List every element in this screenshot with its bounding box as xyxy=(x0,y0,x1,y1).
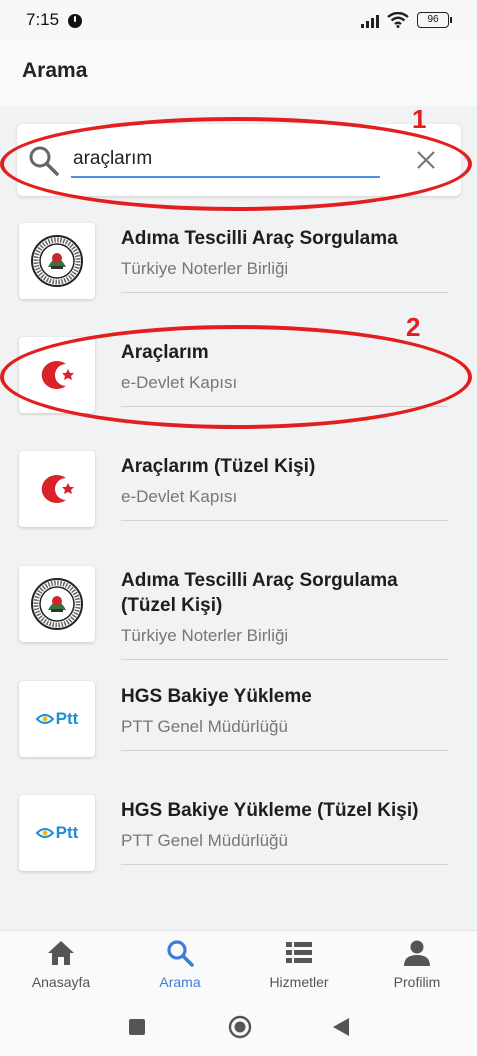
nav-label: Profilim xyxy=(393,974,441,990)
signal-icon xyxy=(361,13,379,28)
nav-home[interactable]: Anasayfa xyxy=(6,939,116,990)
do-not-disturb-icon xyxy=(68,14,82,28)
home-icon xyxy=(48,941,74,965)
page-title: Arama xyxy=(22,59,88,82)
result-title: Adıma Tescilli Araç Sorgulama (Tüzel Kiş… xyxy=(121,570,398,616)
system-nav-bar xyxy=(0,998,477,1056)
annotation-number-2: 2 xyxy=(406,312,421,342)
nav-label: Anasayfa xyxy=(31,974,91,990)
nav-label: Arama xyxy=(159,974,201,990)
divider xyxy=(121,659,448,660)
battery-icon: 96 xyxy=(417,12,452,28)
result-subtitle: Türkiye Noterler Birliği xyxy=(121,259,289,278)
wifi-icon xyxy=(387,12,409,28)
back-icon[interactable] xyxy=(332,1017,350,1037)
list-item[interactable]: Adıma Tescilli Araç Sorgulama (Tüzel Kiş… xyxy=(0,550,477,660)
result-title: Araçlarım (Tüzel Kişi) xyxy=(121,456,316,477)
search-icon xyxy=(167,940,194,967)
list-item[interactable]: Ptt HGS Bakiye Yükleme (Tüzel Kişi) PTT … xyxy=(0,794,477,904)
app-bar: Arama xyxy=(0,40,477,106)
noterler-seal-logo xyxy=(19,566,95,642)
annotation-number-1: 1 xyxy=(412,104,427,134)
status-bar: 7:15 96 xyxy=(0,0,477,40)
nav-label: Hizmetler xyxy=(269,974,329,990)
status-time: 7:15 xyxy=(26,10,60,29)
result-subtitle: PTT Genel Müdürlüğü xyxy=(121,831,288,850)
ptt-logo-text: Ptt xyxy=(55,823,79,842)
divider xyxy=(121,864,448,865)
nav-search[interactable]: Arama xyxy=(125,939,235,990)
divider xyxy=(121,292,448,293)
result-subtitle: Türkiye Noterler Birliği xyxy=(121,626,289,645)
result-title: Adıma Tescilli Araç Sorgulama xyxy=(121,228,398,249)
nav-profile[interactable]: Profilim xyxy=(362,939,472,990)
person-icon xyxy=(404,940,430,966)
annotation-ring-2 xyxy=(0,325,472,429)
bottom-nav: Anasayfa Arama Hizmetler Profilim xyxy=(0,930,477,999)
divider xyxy=(121,520,448,521)
divider xyxy=(121,750,448,751)
result-title: HGS Bakiye Yükleme (Tüzel Kişi) xyxy=(121,800,419,821)
ptt-logo: Ptt xyxy=(19,681,95,757)
nav-services[interactable]: Hizmetler xyxy=(244,939,354,990)
list-item[interactable]: Adıma Tescilli Araç Sorgulama Türkiye No… xyxy=(0,208,477,318)
annotation-ring-1 xyxy=(0,117,472,211)
list-item[interactable]: Araçlarım (Tüzel Kişi) e-Devlet Kapısı xyxy=(0,436,477,546)
home-button-icon[interactable] xyxy=(228,1015,252,1039)
list-item[interactable]: Ptt HGS Bakiye Yükleme PTT Genel Müdürlü… xyxy=(0,680,477,790)
edevlet-logo xyxy=(19,451,95,527)
ptt-logo: Ptt xyxy=(19,795,95,871)
list-icon xyxy=(286,942,312,963)
status-icons: 96 xyxy=(361,12,452,28)
result-subtitle: e-Devlet Kapısı xyxy=(121,487,238,506)
recent-apps-icon[interactable] xyxy=(128,1018,146,1036)
result-title: HGS Bakiye Yükleme xyxy=(121,686,312,707)
noterler-seal-logo xyxy=(19,223,95,299)
result-subtitle: PTT Genel Müdürlüğü xyxy=(121,717,288,736)
ptt-logo-text: Ptt xyxy=(55,709,79,728)
